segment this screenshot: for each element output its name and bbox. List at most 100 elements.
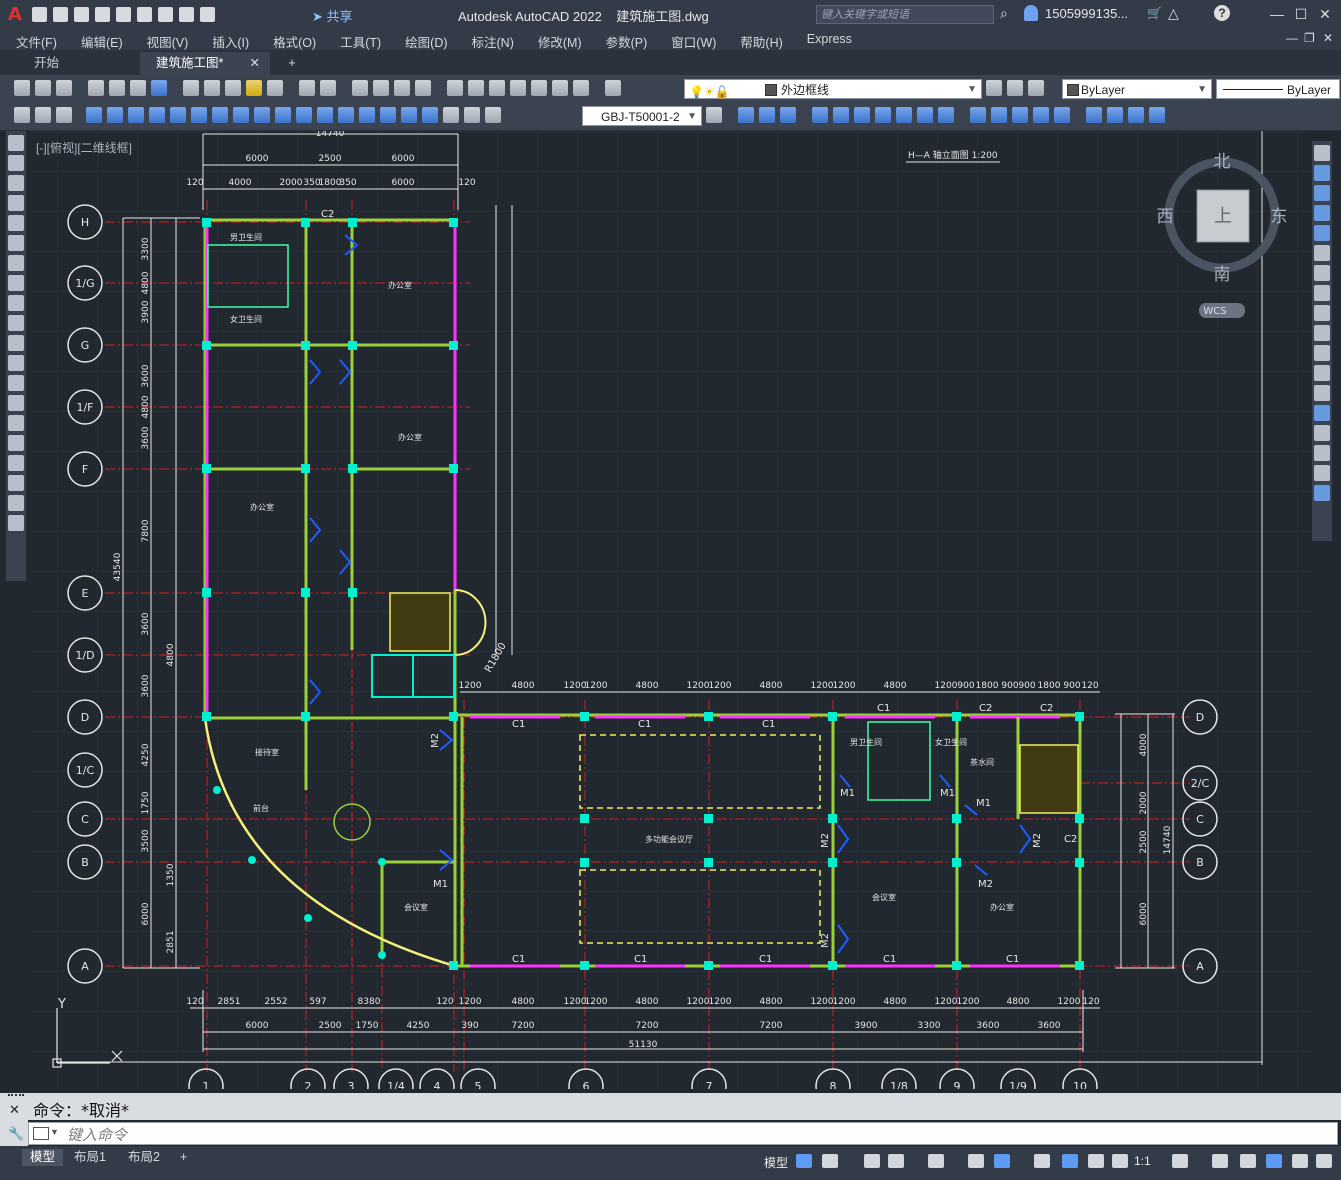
ordinate-icon[interactable] [149, 107, 165, 123]
annotation-scale-value[interactable]: 1:1 [1134, 1154, 1151, 1168]
explode-icon[interactable] [1314, 485, 1330, 501]
hatch-icon[interactable] [8, 415, 24, 431]
tolerance-icon[interactable] [359, 107, 375, 123]
draworder-icon[interactable] [1086, 107, 1102, 123]
properties-icon[interactable] [447, 80, 463, 96]
break-point-icon[interactable] [970, 107, 986, 123]
join-icon[interactable] [991, 107, 1007, 123]
viewcube-south-label[interactable]: 南 [1214, 265, 1231, 285]
command-input[interactable] [28, 1122, 1338, 1145]
polygon-icon[interactable] [8, 195, 24, 211]
continue-icon[interactable] [296, 107, 312, 123]
blend-icon[interactable] [1314, 465, 1330, 481]
hardware-acceleration-icon[interactable] [1266, 1154, 1282, 1168]
zoom-window-icon[interactable] [394, 80, 410, 96]
ellipse-icon[interactable] [8, 315, 24, 331]
polar-icon[interactable] [888, 1154, 904, 1168]
command-prompt-icon[interactable] [33, 1127, 49, 1140]
tab-close-icon[interactable]: ✕ [250, 52, 260, 75]
trim-icon[interactable] [917, 107, 933, 123]
stretch-icon[interactable] [1314, 305, 1330, 321]
revcloud-icon[interactable] [8, 275, 24, 291]
cut-icon[interactable] [183, 80, 199, 96]
dim-text-edit-icon[interactable] [464, 107, 480, 123]
space-icon[interactable] [317, 107, 333, 123]
maximize-icon[interactable]: ☐ [1290, 4, 1312, 24]
save-icon[interactable] [74, 7, 89, 22]
menu-modify[interactable]: 修改(M) [522, 29, 590, 50]
plot-preview-icon[interactable] [109, 80, 125, 96]
plot-icon[interactable] [88, 80, 104, 96]
layer-match-icon[interactable] [1028, 80, 1044, 96]
save-icon[interactable] [56, 80, 72, 96]
make-current-icon[interactable] [986, 80, 1002, 96]
break-icon[interactable] [1314, 385, 1330, 401]
baseline-icon[interactable] [275, 107, 291, 123]
help-icon[interactable]: ? [1214, 5, 1230, 21]
break-icon[interactable] [338, 107, 354, 123]
edit-icon[interactable] [14, 107, 30, 123]
tab-document[interactable]: 建筑施工图* ✕ [140, 52, 270, 75]
annotation-visibility-icon[interactable] [1062, 1154, 1078, 1168]
menu-format[interactable]: 格式(O) [257, 29, 324, 50]
menu-dimension[interactable]: 标注(N) [456, 29, 522, 50]
web-icon[interactable] [151, 80, 167, 96]
open-icon[interactable] [35, 80, 51, 96]
menu-express[interactable]: Express [791, 29, 860, 50]
ellipse-arc-icon[interactable] [8, 335, 24, 351]
make-block-icon[interactable] [8, 375, 24, 391]
drawing-canvas[interactable]: H 1/G G 1/F F E 1/D D 1/C C B A D 2/C C … [30, 129, 1310, 1104]
array-icon[interactable] [812, 107, 828, 123]
plus-icon[interactable] [1212, 1154, 1228, 1168]
menu-view[interactable]: 视图(V) [131, 29, 197, 50]
user-name[interactable]: 1505999135... [1045, 6, 1128, 21]
annotation-scale-icon[interactable] [1112, 1154, 1128, 1168]
layer-previous-icon[interactable] [1007, 80, 1023, 96]
redo-icon[interactable] [320, 80, 336, 96]
layout-tab-model[interactable]: 模型 [22, 1149, 64, 1166]
share-button[interactable]: ➤ 共享 [312, 6, 353, 25]
search-icon[interactable]: ⌕ [1000, 5, 1008, 22]
rectangle-icon[interactable] [8, 215, 24, 231]
lineweight-icon[interactable] [1034, 1154, 1050, 1168]
export-icon[interactable] [116, 7, 131, 22]
save-as-icon[interactable] [95, 7, 110, 22]
angular-icon[interactable] [233, 107, 249, 123]
chevron-down-icon[interactable]: ▼ [50, 1127, 59, 1137]
mirror-icon[interactable] [759, 107, 775, 123]
break-at-point-icon[interactable] [1314, 365, 1330, 381]
copy-icon[interactable] [1314, 165, 1330, 181]
sheet-set-icon[interactable] [510, 80, 526, 96]
mtext-icon[interactable] [8, 495, 24, 511]
polyline-icon[interactable] [8, 175, 24, 191]
new-icon[interactable] [14, 80, 30, 96]
customization-menu-icon[interactable] [1316, 1154, 1332, 1168]
fillet-icon[interactable] [1314, 445, 1330, 461]
menu-parametric[interactable]: 参数(P) [590, 29, 656, 50]
ortho-icon[interactable] [864, 1154, 880, 1168]
layer-combo[interactable]: 💡☀🔓 外边框线 ▼ [684, 79, 982, 99]
props-icon[interactable] [56, 107, 72, 123]
user-icon[interactable] [1024, 5, 1038, 21]
chamfer-icon[interactable] [1314, 425, 1330, 441]
quickcalc-icon[interactable] [552, 80, 568, 96]
dim-style-icon[interactable] [706, 107, 722, 123]
undo-icon[interactable] [299, 80, 315, 96]
explode-icon[interactable] [1054, 107, 1070, 123]
spline-icon[interactable] [8, 295, 24, 311]
copy-tool-icon[interactable] [738, 107, 754, 123]
object-snap-icon[interactable] [994, 1154, 1010, 1168]
trim-icon[interactable] [1314, 325, 1330, 341]
rotate-icon[interactable] [1314, 265, 1330, 281]
linear-dim-icon[interactable] [86, 107, 102, 123]
autocad-logo-icon[interactable]: A [8, 4, 26, 25]
dimstyle-combo[interactable]: GBJ-T50001-2 ▼ [582, 106, 702, 126]
new-file-icon[interactable] [32, 7, 47, 22]
search-input[interactable]: 键入关键字或短语 [816, 5, 994, 24]
extend-icon[interactable] [1314, 345, 1330, 361]
zoom-previous-icon[interactable] [415, 80, 431, 96]
scale-icon[interactable] [1314, 285, 1330, 301]
menu-help[interactable]: 帮助(H) [724, 29, 790, 50]
auto-scale-icon[interactable] [1088, 1154, 1104, 1168]
send-back-icon[interactable] [1128, 107, 1144, 123]
